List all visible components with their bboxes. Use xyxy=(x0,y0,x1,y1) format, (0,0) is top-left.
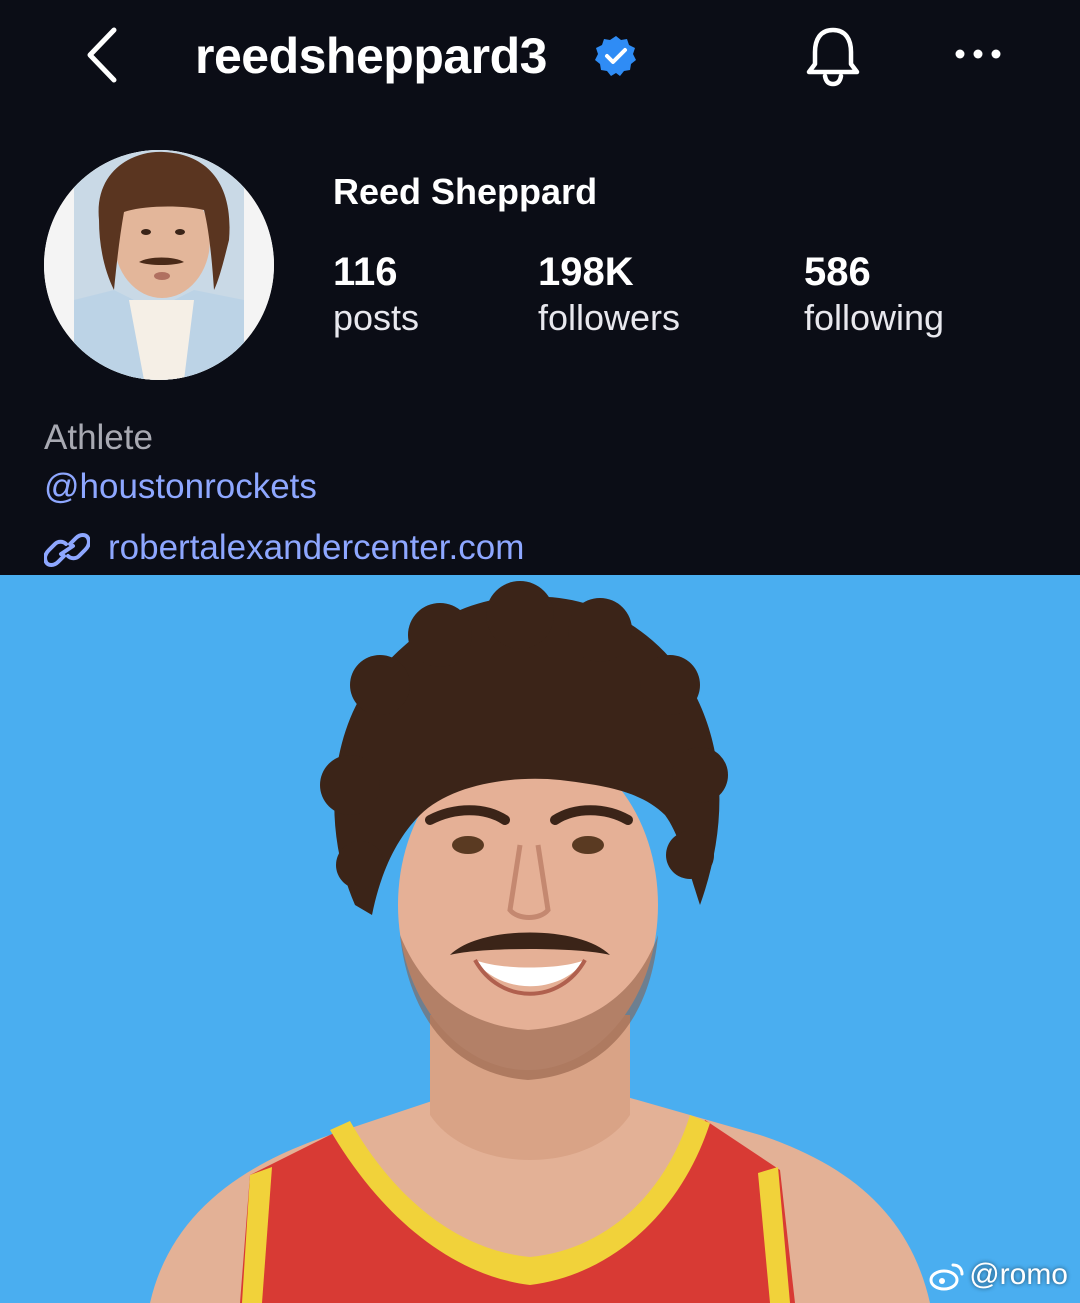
top-navigation-bar: reedsheppard3 xyxy=(0,0,1080,120)
profile-category: Athlete xyxy=(44,418,153,457)
profile-username: reedsheppard3 xyxy=(195,28,547,84)
posts-count-label: posts xyxy=(333,297,420,338)
following-count-value: 586 xyxy=(804,250,871,294)
bell-icon xyxy=(806,27,860,87)
website-link-text: robertalexandercenter.com xyxy=(108,528,525,567)
following-count-label: following xyxy=(804,297,945,338)
profile-avatar[interactable] xyxy=(44,150,274,380)
weibo-icon xyxy=(929,1263,964,1291)
weibo-watermark: @romo xyxy=(929,1257,1068,1293)
profile-display-name: Reed Sheppard xyxy=(333,171,598,212)
followers-count[interactable]: 198K followers xyxy=(538,248,680,340)
chevron-left-icon xyxy=(87,27,117,83)
following-count[interactable]: 586 following xyxy=(804,248,944,340)
followers-count-value: 198K xyxy=(538,250,634,294)
more-options-button[interactable] xyxy=(950,34,1006,74)
player-portrait-image xyxy=(0,575,1080,1303)
link-icon xyxy=(44,533,90,567)
avatar-image xyxy=(44,150,274,380)
followers-count-label: followers xyxy=(538,297,681,338)
back-button[interactable] xyxy=(78,22,138,88)
post-photo[interactable]: @romo xyxy=(0,575,1080,1303)
posts-count-value: 116 xyxy=(333,250,398,294)
verified-badge-icon xyxy=(595,36,636,76)
watermark-text: @romo xyxy=(969,1258,1068,1291)
notifications-button[interactable] xyxy=(800,22,866,90)
posts-count[interactable]: 116 posts xyxy=(333,248,419,340)
more-horizontal-icon xyxy=(955,49,1001,59)
bio-mention-link[interactable]: @houstonrockets xyxy=(44,465,317,509)
